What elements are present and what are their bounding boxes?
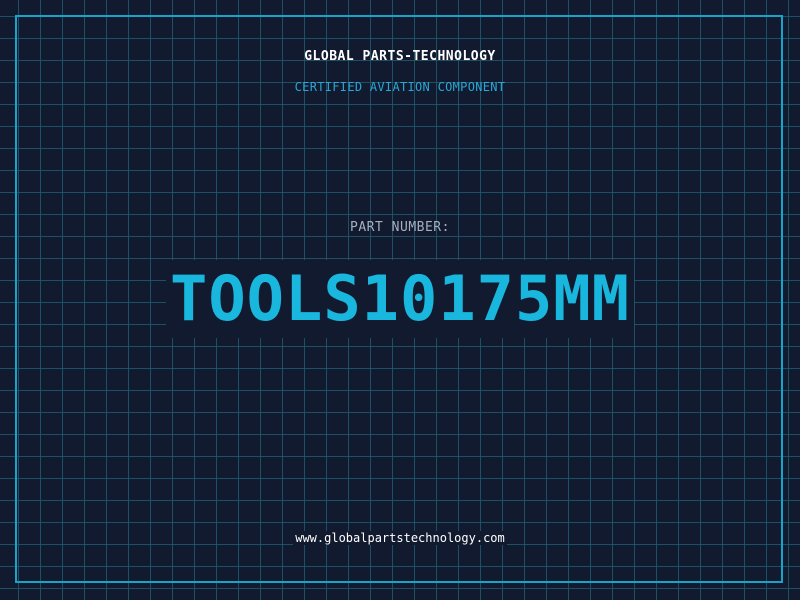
website-footer: www.globalpartstechnology.com xyxy=(0,531,800,545)
part-number-label: PART NUMBER: xyxy=(350,220,450,235)
company-name: GLOBAL PARTS-TECHNOLOGY xyxy=(304,49,496,64)
part-number-container: TOOLS10175MM xyxy=(0,260,800,338)
certificate-panel: GLOBAL PARTS-TECHNOLOGY CERTIFIED AVIATI… xyxy=(0,0,800,600)
part-number-value: TOOLS10175MM xyxy=(166,260,634,338)
website-url: www.globalpartstechnology.com xyxy=(293,531,507,545)
certification-subtitle: CERTIFIED AVIATION COMPONENT xyxy=(294,80,506,94)
